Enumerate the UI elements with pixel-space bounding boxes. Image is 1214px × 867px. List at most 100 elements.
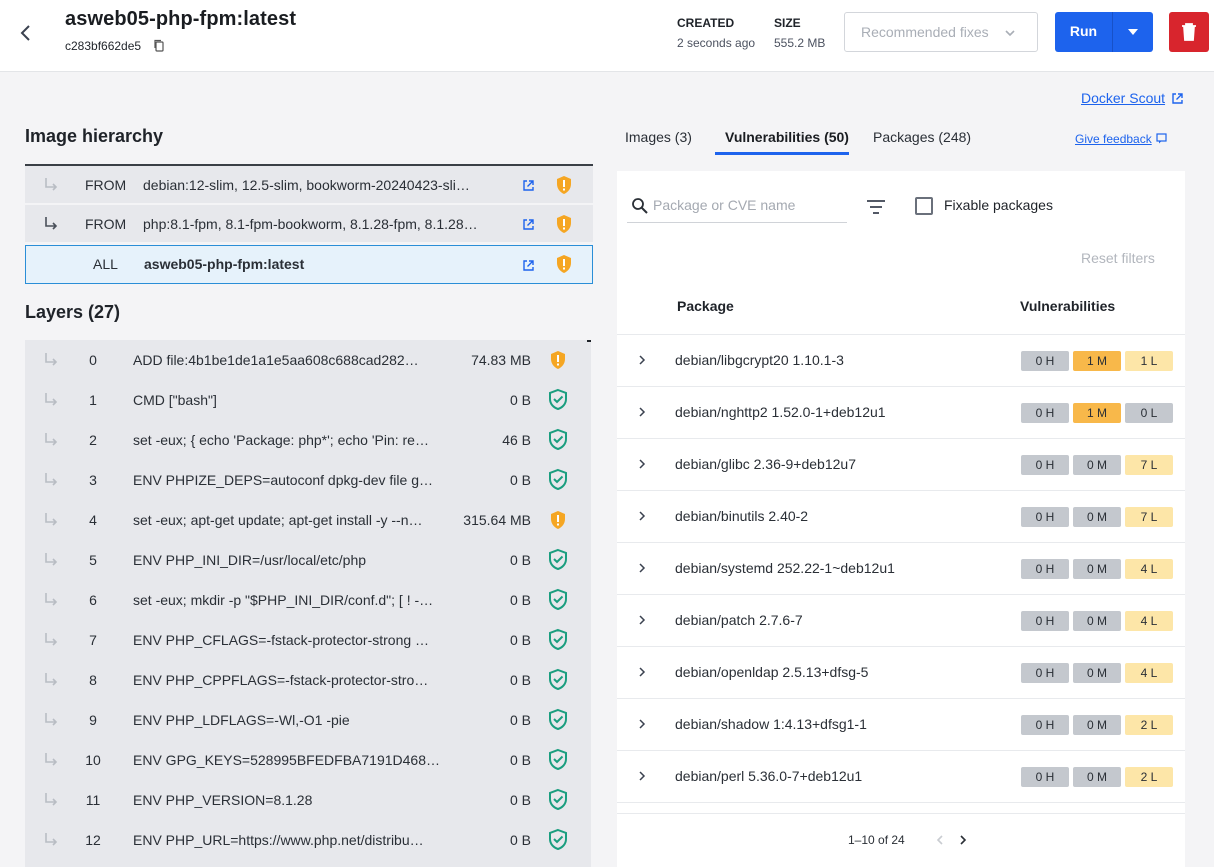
chevron-right-icon[interactable] <box>637 562 647 574</box>
low-count-badge: 4 L <box>1125 559 1173 579</box>
package-column-header[interactable]: Package <box>677 298 734 314</box>
check-shield-icon <box>549 388 567 411</box>
tab-vulnerabilities[interactable]: Vulnerabilities (50) <box>725 129 849 145</box>
copy-icon[interactable] <box>153 39 165 52</box>
chevron-right-icon[interactable] <box>637 666 647 678</box>
vulnerability-row[interactable]: debian/binutils 2.40-2 0 H0 M7 L <box>617 491 1185 543</box>
vulnerability-row[interactable]: debian/perl 5.36.0-7+deb12u1 0 H0 M2 L <box>617 751 1185 803</box>
high-count-badge: 0 H <box>1021 663 1069 683</box>
chevron-right-icon[interactable] <box>637 406 647 418</box>
external-link-icon[interactable] <box>522 179 535 192</box>
filter-icon[interactable] <box>866 199 886 215</box>
chevron-right-icon[interactable] <box>637 770 647 782</box>
vulnerability-row[interactable]: debian/shadow 1:4.13+dfsg1-1 0 H0 M2 L <box>617 699 1185 751</box>
warning-shield-icon <box>557 215 571 233</box>
recommended-fixes-dropdown[interactable]: Recommended fixes <box>844 12 1038 52</box>
high-count-badge: 0 H <box>1021 715 1069 735</box>
layer-size: 0 B <box>509 672 531 688</box>
layer-size: 0 B <box>509 632 531 648</box>
layer-row[interactable]: 7 ENV PHP_CFLAGS=-fstack-protector-strong… <box>25 620 591 660</box>
high-count-badge: 0 H <box>1021 611 1069 631</box>
hierarchy-row-current[interactable]: ALL asweb05-php-fpm:latest <box>25 245 593 284</box>
low-count-badge: 7 L <box>1125 455 1173 475</box>
child-arrow-icon <box>45 793 58 806</box>
layer-command: ADD file:4b1be1de1a1e5aa608c688cad282… <box>133 352 419 368</box>
layer-row[interactable]: 0 ADD file:4b1be1de1a1e5aa608c688cad282… 7… <box>25 340 591 380</box>
layer-index: 1 <box>89 392 97 408</box>
layer-row[interactable]: 4 set -eux; apt-get update; apt-get insta… <box>25 500 591 540</box>
created-meta: CREATED 2 seconds ago <box>677 16 755 50</box>
layer-index: 4 <box>89 512 97 528</box>
tab-images[interactable]: Images (3) <box>625 129 692 145</box>
fixable-packages-label: Fixable packages <box>944 197 1053 213</box>
docker-scout-label: Docker Scout <box>1081 90 1166 106</box>
layer-row[interactable]: 8 ENV PHP_CPPFLAGS=-fstack-protector-stro… <box>25 660 591 700</box>
reset-filters-button[interactable]: Reset filters <box>1081 250 1155 266</box>
hierarchy-row-php[interactable]: FROM php:8.1-fpm, 8.1-fpm-bookworm, 8.1.… <box>25 205 593 243</box>
layer-row[interactable]: 11 ENV PHP_VERSION=8.1.28 0 B <box>25 780 591 820</box>
layer-row[interactable]: 9 ENV PHP_LDFLAGS=-Wl,-O1 -pie 0 B <box>25 700 591 740</box>
chevron-right-icon[interactable] <box>637 614 647 626</box>
medium-count-badge: 0 M <box>1073 559 1121 579</box>
external-link-icon[interactable] <box>522 218 535 231</box>
give-feedback-link[interactable]: Give feedback <box>1075 132 1167 146</box>
active-tab-indicator <box>715 152 849 155</box>
package-name: debian/perl 5.36.0-7+deb12u1 <box>675 768 863 784</box>
chevron-right-icon[interactable] <box>958 834 968 846</box>
low-count-badge: 0 L <box>1125 403 1173 423</box>
back-arrow-icon[interactable] <box>16 22 36 44</box>
layer-command: set -eux; apt-get update; apt-get instal… <box>133 512 423 528</box>
chevron-left-icon[interactable] <box>935 834 945 846</box>
vulnerability-row[interactable]: debian/patch 2.7.6-7 0 H0 M4 L <box>617 595 1185 647</box>
layer-row[interactable]: 6 set -eux; mkdir -p "$PHP_INI_DIR/conf.d… <box>25 580 591 620</box>
chevron-right-icon[interactable] <box>637 718 647 730</box>
layer-row[interactable]: 5 ENV PHP_INI_DIR=/usr/local/etc/php 0 B <box>25 540 591 580</box>
tab-packages[interactable]: Packages (248) <box>873 129 971 145</box>
chevron-right-icon[interactable] <box>637 510 647 522</box>
hierarchy-keyword: FROM <box>85 216 127 232</box>
chevron-right-icon[interactable] <box>637 458 647 470</box>
check-shield-icon <box>549 668 567 691</box>
warning-shield-icon <box>557 176 571 194</box>
layer-command: ENV PHP_VERSION=8.1.28 <box>133 792 313 808</box>
chevron-right-icon[interactable] <box>637 354 647 366</box>
layer-size: 0 B <box>509 592 531 608</box>
layer-index: 8 <box>89 672 97 688</box>
top-header: asweb05-php-fpm:latest c283bf662de5 CREA… <box>0 0 1214 72</box>
vulnerability-row[interactable]: debian/libgcrypt20 1.10.1-3 0 H1 M1 L <box>617 335 1185 387</box>
layer-row[interactable]: 12 ENV PHP_URL=https://www.php.net/distri… <box>25 820 591 860</box>
layer-index: 5 <box>89 552 97 568</box>
layer-row[interactable]: 10 ENV GPG_KEYS=528995BFEDFBA7191D468… 0 B <box>25 740 591 780</box>
child-arrow-icon <box>45 178 58 191</box>
fixable-packages-checkbox[interactable] <box>915 197 933 215</box>
child-arrow-icon <box>45 833 58 846</box>
hierarchy-row-debian[interactable]: FROM debian:12-slim, 12.5-slim, bookworm… <box>25 166 593 204</box>
high-count-badge: 0 H <box>1021 403 1069 423</box>
check-shield-icon <box>549 708 567 731</box>
vulnerability-row[interactable]: debian/nghttp2 1.52.0-1+deb12u1 0 H1 M0 L <box>617 387 1185 439</box>
layer-size: 74.83 MB <box>471 352 531 368</box>
high-count-badge: 0 H <box>1021 455 1069 475</box>
medium-count-badge: 0 M <box>1073 507 1121 527</box>
layer-size: 315.64 MB <box>463 512 531 528</box>
chevron-down-icon <box>1005 30 1015 37</box>
high-count-badge: 0 H <box>1021 507 1069 527</box>
vulnerability-row[interactable]: debian/openldap 2.5.13+dfsg-5 0 H0 M4 L <box>617 647 1185 699</box>
search-input[interactable]: Package or CVE name <box>627 191 847 223</box>
vulnerabilities-column-header[interactable]: Vulnerabilities <box>1020 298 1115 314</box>
low-count-badge: 4 L <box>1125 663 1173 683</box>
delete-button[interactable] <box>1169 12 1209 52</box>
layer-row[interactable]: 3 ENV PHPIZE_DEPS=autoconf dpkg-dev file … <box>25 460 591 500</box>
vulnerability-row[interactable]: debian/systemd 252.22-1~deb12u1 0 H0 M4 L <box>617 543 1185 595</box>
check-shield-icon <box>549 748 567 771</box>
docker-scout-link[interactable]: Docker Scout <box>1081 90 1183 106</box>
package-name: debian/glibc 2.36-9+deb12u7 <box>675 456 856 472</box>
caret-down-icon[interactable] <box>1126 26 1140 38</box>
vulnerability-row[interactable]: debian/glibc 2.36-9+deb12u7 0 H0 M7 L <box>617 439 1185 491</box>
layer-command: set -eux; mkdir -p "$PHP_INI_DIR/conf.d"… <box>133 592 434 608</box>
layer-row[interactable]: 2 set -eux; { echo 'Package: php*'; echo … <box>25 420 591 460</box>
layer-row[interactable]: 1 CMD ["bash"] 0 B <box>25 380 591 420</box>
external-link-icon[interactable] <box>522 259 535 272</box>
run-button[interactable]: Run <box>1055 12 1153 52</box>
hierarchy-image-name: php:8.1-fpm, 8.1-fpm-bookworm, 8.1.28-fp… <box>143 216 478 232</box>
